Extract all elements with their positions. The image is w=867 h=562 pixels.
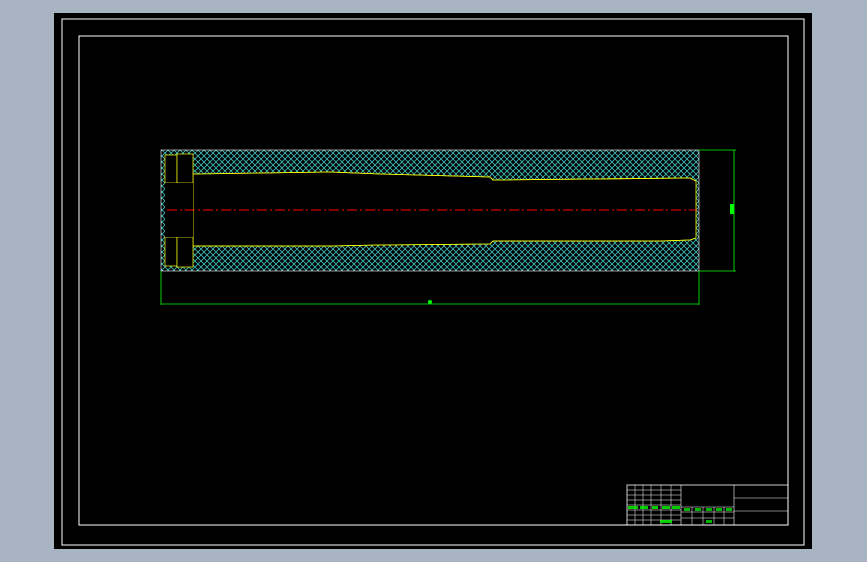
dimension-overall-length[interactable] [160,271,700,305]
bore-cavity [192,171,697,247]
dimension-diameter-marker [730,204,734,214]
flange-cutout-top [164,154,178,184]
flange-cutout-bottom [164,236,178,267]
cad-drawing [61,18,805,546]
flange-head-bottom [176,236,194,268]
dimension-length-marker [428,300,432,304]
flange-head-top [176,153,194,184]
sheet-inner-border [78,35,789,526]
dimension-overall-diameter[interactable] [699,149,736,272]
sheet-outer-border [61,18,805,546]
title-block[interactable] [626,484,789,526]
part-section-view[interactable] [160,149,700,272]
